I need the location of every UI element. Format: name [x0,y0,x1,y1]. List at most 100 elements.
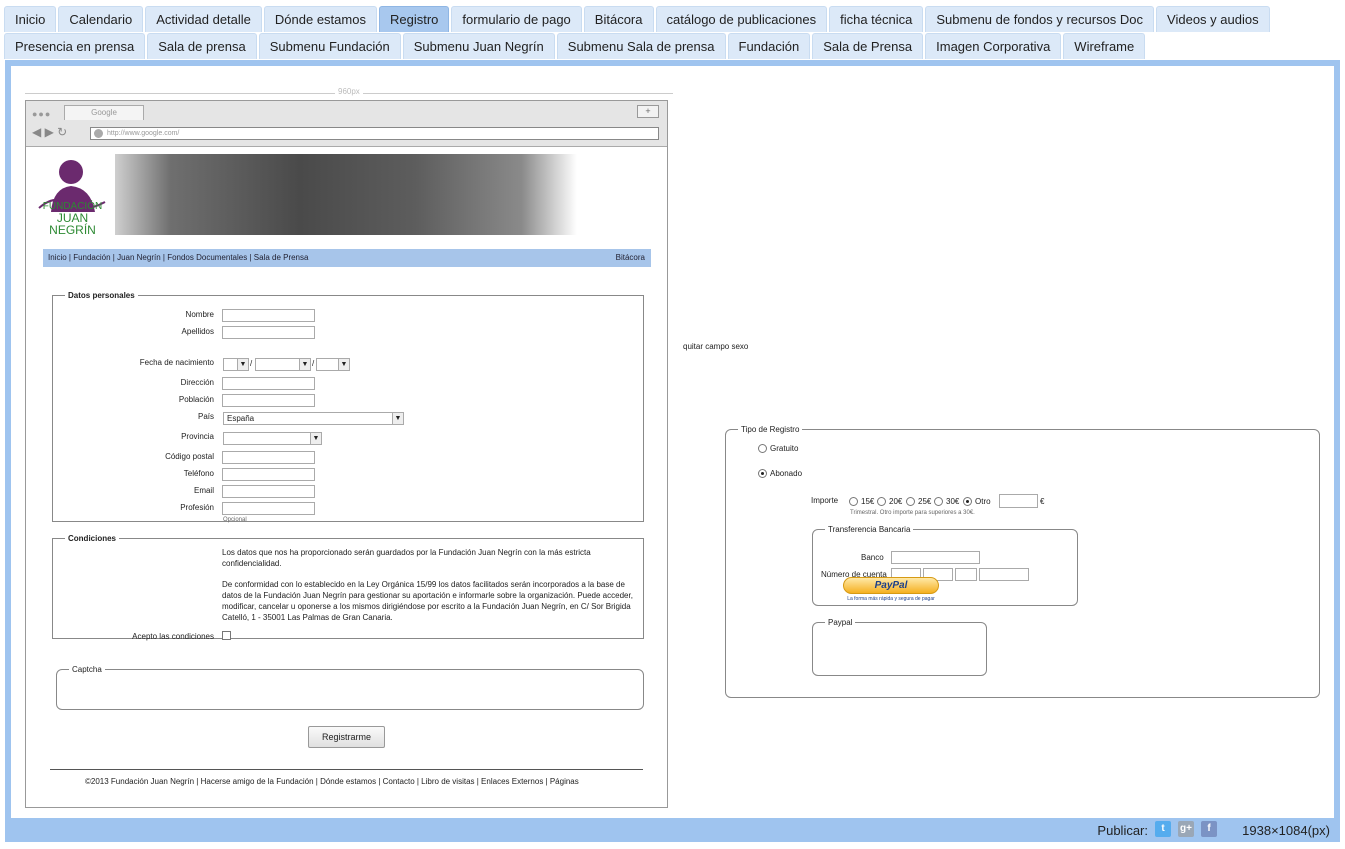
provincia-select[interactable]: ▼ [223,432,322,445]
tab-sala-de-prensa[interactable]: Sala de prensa [147,33,257,59]
new-tab-button[interactable]: + [637,105,659,118]
direccion-input[interactable] [222,377,315,390]
site-navbar[interactable]: Inicio | Fundación | Juan Negrín | Fondo… [43,249,651,267]
importe-label: Importe [811,496,839,505]
cp-input[interactable] [222,451,315,464]
day-select[interactable]: ▼ [223,358,249,371]
tab-calendario[interactable]: Calendario [58,6,144,32]
logo: FUNDACIÓN JUAN NEGRÍN [35,154,110,236]
tab-imagen-corporativa[interactable]: Imagen Corporativa [925,33,1062,59]
tab-videos-y-audios[interactable]: Videos y audios [1156,6,1270,32]
poblacion-input[interactable] [222,394,315,407]
banner-photo [115,154,577,235]
browser-tab[interactable]: Google [64,105,144,120]
telefono-input[interactable] [222,468,315,481]
captcha-fieldset: Captcha [56,665,644,710]
site-nav-links[interactable]: Inicio | Fundación | Juan Negrín | Fondo… [48,253,308,262]
chevron-down-icon: ▼ [338,359,349,370]
importe-label-3: 30€ [946,497,960,506]
publicar-label: Publicar: [1097,823,1148,838]
paypal-fieldset: Paypal [812,618,987,676]
cuenta-input-3[interactable] [955,568,977,581]
label-direccion: Dirección [180,378,214,387]
tab-submenu-juan-negrín[interactable]: Submenu Juan Negrín [402,33,555,59]
acepto-checkbox[interactable] [222,631,231,640]
apellidos-input[interactable] [222,326,315,339]
importe-radio-3[interactable] [934,497,943,506]
cuenta-input-4[interactable] [979,568,1029,581]
url-bar[interactable]: http://www.google.com/ [90,127,659,140]
twitter-icon[interactable]: t [1155,821,1171,837]
importe-hint: Trimestral. Otro importe para superiores… [850,510,975,516]
condiciones-text-1: Los datos que nos ha proporcionado serán… [222,548,591,568]
site-nav-bitacora[interactable]: Bitácora [616,249,645,267]
facebook-icon[interactable]: f [1201,821,1217,837]
abonado-radio[interactable] [758,469,767,478]
chevron-down-icon: ▼ [299,359,310,370]
gratuito-label: Gratuito [770,444,799,453]
month-select[interactable]: ▼ [255,358,311,371]
abonado-label: Abonado [770,469,803,478]
condiciones-text-2: De conformidad con lo establecido en la … [222,580,633,622]
bottom-bar: Publicar: t g+ f 1938×1084(px) [5,818,1340,842]
tab-submenu-sala-de-prensa[interactable]: Submenu Sala de prensa [556,33,726,59]
tab-registro[interactable]: Registro [378,6,450,32]
importe-radio-1[interactable] [877,497,886,506]
pais-value: España [227,414,255,423]
nombre-input[interactable] [222,309,315,322]
tab-sala-de-prensa[interactable]: Sala de Prensa [812,33,924,59]
nav-arrows-icon[interactable]: ◀ ▶ ↻ [32,125,67,139]
paypal-legend: Paypal [828,618,853,627]
label-apellidos: Apellidos [181,327,214,336]
otro-importe-input[interactable] [999,494,1038,508]
tab-row-1: Inicio Calendario Actividad detalle Dónde e… [4,6,1272,33]
importe-radio-0[interactable] [849,497,858,506]
profesion-input[interactable] [222,502,315,515]
gratuito-radio[interactable] [758,444,767,453]
tab-submenu-fundación[interactable]: Submenu Fundación [258,33,401,59]
euro-symbol: € [1040,497,1045,506]
importe-radio-4[interactable] [963,497,972,506]
year-select[interactable]: ▼ [316,358,350,371]
paypal-button[interactable]: PayPal La forma más rápida y segura de p… [843,577,939,607]
pais-select[interactable]: España ▼ [223,412,404,425]
label-profesion: Profesión [180,503,214,512]
tab-bitácora[interactable]: Bitácora [583,6,654,32]
tab-formulario-de-pago[interactable]: formulario de pago [451,6,582,32]
label-telefono: Teléfono [183,469,214,478]
url-text: http://www.google.com/ [107,130,180,137]
tab-submenu-de-fondos-y-recursos-doc[interactable]: Submenu de fondos y recursos Doc [925,6,1155,32]
banco-input[interactable] [891,551,980,564]
annotation-note: quitar campo sexo [683,342,749,351]
label-pais: País [197,412,214,421]
tab-actividad-detalle[interactable]: Actividad detalle [145,6,262,32]
tab-inicio[interactable]: Inicio [4,6,57,32]
importe-label-4: Otro [975,497,991,506]
label-email: Email [193,486,214,495]
paypal-tagline: La forma más rápida y segura de pagar [847,596,935,602]
importe-label-1: 20€ [889,497,903,506]
globe-icon [94,129,103,138]
registrarme-button[interactable]: Registrarme [308,726,385,748]
dimensions-label: 1938×1084(px) [1242,823,1330,838]
google-plus-icon[interactable]: g+ [1178,821,1194,837]
tab-row-2: Presencia en prensa Sala de prensa Submenu… [4,33,1147,60]
tab-presencia-en-prensa[interactable]: Presencia en prensa [4,33,146,59]
importe-radio-2[interactable] [906,497,915,506]
tab-wireframe[interactable]: Wireframe [1063,33,1146,59]
label-nombre: Nombre [185,310,214,319]
email-input[interactable] [222,485,315,498]
tipo-registro-legend: Tipo de Registro [741,425,800,434]
tab-ficha-técnica[interactable]: ficha técnica [829,6,924,32]
paypal-logo: PayPal [843,577,939,594]
site-footer[interactable]: ©2013 Fundación Juan Negrín | Hacerse am… [85,777,579,786]
tab-dónde-estamos[interactable]: Dónde estamos [263,6,377,32]
tab-fundación[interactable]: Fundación [727,33,811,59]
importe-label-2: 25€ [918,497,932,506]
importe-label-0: 15€ [861,497,875,506]
captcha-legend: Captcha [72,665,102,674]
banco-label: Banco [861,553,884,562]
ruler-label: 960px [335,87,363,96]
tab-catálogo-de-publicaciones[interactable]: catálogo de publicaciones [655,6,828,32]
label-poblacion: Población [178,395,214,404]
